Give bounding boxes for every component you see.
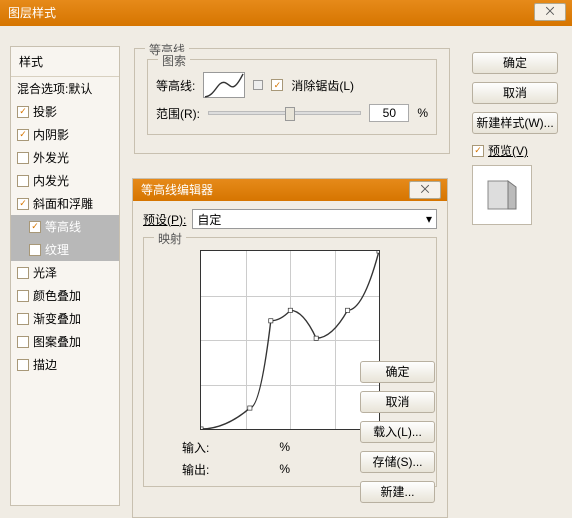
blending-options[interactable]: 混合选项:默认 xyxy=(11,77,119,100)
style-checkbox[interactable] xyxy=(29,221,41,233)
style-checkbox[interactable] xyxy=(17,359,29,371)
style-label: 斜面和浮雕 xyxy=(33,195,93,212)
style-label: 光泽 xyxy=(33,264,57,281)
input-label: 输入: xyxy=(182,439,209,456)
preview-thumbnail xyxy=(472,165,532,225)
style-label: 颜色叠加 xyxy=(33,287,81,304)
style-label: 图案叠加 xyxy=(33,333,81,350)
style-item-2[interactable]: 外发光 xyxy=(11,146,119,169)
window-title: 图层样式 xyxy=(8,6,56,20)
antialias-label: 消除锯齿(L) xyxy=(291,77,354,94)
style-checkbox[interactable] xyxy=(17,198,29,210)
contour-label: 等高线: xyxy=(156,77,195,94)
style-label: 描边 xyxy=(33,356,57,373)
style-label: 内发光 xyxy=(33,172,69,189)
style-item-4[interactable]: 斜面和浮雕 xyxy=(11,192,119,215)
style-label: 等高线 xyxy=(45,218,81,235)
range-slider[interactable] xyxy=(208,111,361,115)
range-label: 范围(R): xyxy=(156,105,200,122)
chevron-down-icon: ▾ xyxy=(426,212,432,226)
style-item-10[interactable]: 图案叠加 xyxy=(11,330,119,353)
input-value[interactable] xyxy=(219,438,269,456)
preset-label: 预设(P): xyxy=(143,211,186,228)
range-input[interactable]: 50 xyxy=(369,104,409,122)
range-unit: % xyxy=(417,106,428,120)
editor-close-icon[interactable]: ⨉ xyxy=(409,181,441,199)
right-buttons: 确定 取消 新建样式(W)... 预览(V) xyxy=(472,52,562,225)
style-checkbox[interactable] xyxy=(17,336,29,348)
style-label: 投影 xyxy=(33,103,57,120)
contour-fieldset: 等高线 图索 等高线: 消除锯齿(L) 范围(R): 50 % xyxy=(134,48,450,154)
output-unit: % xyxy=(279,462,290,476)
style-item-6[interactable]: 纹理 xyxy=(11,238,119,261)
contour-editor-window: 等高线编辑器 ⨉ 预设(P): 自定▾ 映射 输入: % xyxy=(132,178,448,518)
style-item-9[interactable]: 渐变叠加 xyxy=(11,307,119,330)
output-label: 输出: xyxy=(182,461,209,478)
antialias-checkbox[interactable] xyxy=(271,79,283,91)
styles-header: 样式 xyxy=(11,47,119,77)
editor-new-button[interactable]: 新建... xyxy=(360,481,435,503)
ok-button[interactable]: 确定 xyxy=(472,52,558,74)
new-style-button[interactable]: 新建样式(W)... xyxy=(472,112,558,134)
style-item-7[interactable]: 光泽 xyxy=(11,261,119,284)
mapping-legend: 映射 xyxy=(154,230,186,247)
cancel-button[interactable]: 取消 xyxy=(472,82,558,104)
style-item-8[interactable]: 颜色叠加 xyxy=(11,284,119,307)
editor-load-button[interactable]: 载入(L)... xyxy=(360,421,435,443)
window-titlebar: 图层样式 ⨉ xyxy=(0,0,572,26)
editor-title: 等高线编辑器 xyxy=(141,183,213,197)
editor-cancel-button[interactable]: 取消 xyxy=(360,391,435,413)
style-checkbox[interactable] xyxy=(29,244,41,256)
editor-save-button[interactable]: 存储(S)... xyxy=(360,451,435,473)
editor-ok-button[interactable]: 确定 xyxy=(360,361,435,383)
preview-checkbox[interactable] xyxy=(472,145,484,157)
styles-panel: 样式 混合选项:默认 投影内阴影外发光内发光斜面和浮雕等高线纹理光泽颜色叠加渐变… xyxy=(10,46,120,506)
contour-sublegend: 图索 xyxy=(158,52,190,69)
input-unit: % xyxy=(279,440,290,454)
style-checkbox[interactable] xyxy=(17,267,29,279)
contour-thumbnail[interactable] xyxy=(203,72,245,98)
contour-dropdown-icon[interactable] xyxy=(253,80,263,90)
style-item-0[interactable]: 投影 xyxy=(11,100,119,123)
style-item-5[interactable]: 等高线 xyxy=(11,215,119,238)
style-label: 纹理 xyxy=(45,241,69,258)
style-checkbox[interactable] xyxy=(17,290,29,302)
preview-label: 预览(V) xyxy=(488,142,528,159)
style-item-11[interactable]: 描边 xyxy=(11,353,119,376)
style-item-1[interactable]: 内阴影 xyxy=(11,123,119,146)
style-checkbox[interactable] xyxy=(17,313,29,325)
style-checkbox[interactable] xyxy=(17,129,29,141)
style-item-3[interactable]: 内发光 xyxy=(11,169,119,192)
curve-editor[interactable] xyxy=(200,250,380,430)
preset-select[interactable]: 自定▾ xyxy=(192,209,437,229)
style-checkbox[interactable] xyxy=(17,152,29,164)
style-label: 渐变叠加 xyxy=(33,310,81,327)
style-checkbox[interactable] xyxy=(17,175,29,187)
style-label: 外发光 xyxy=(33,149,69,166)
style-label: 内阴影 xyxy=(33,126,69,143)
output-value[interactable] xyxy=(219,460,269,478)
close-icon[interactable]: ⨉ xyxy=(534,3,566,21)
style-checkbox[interactable] xyxy=(17,106,29,118)
